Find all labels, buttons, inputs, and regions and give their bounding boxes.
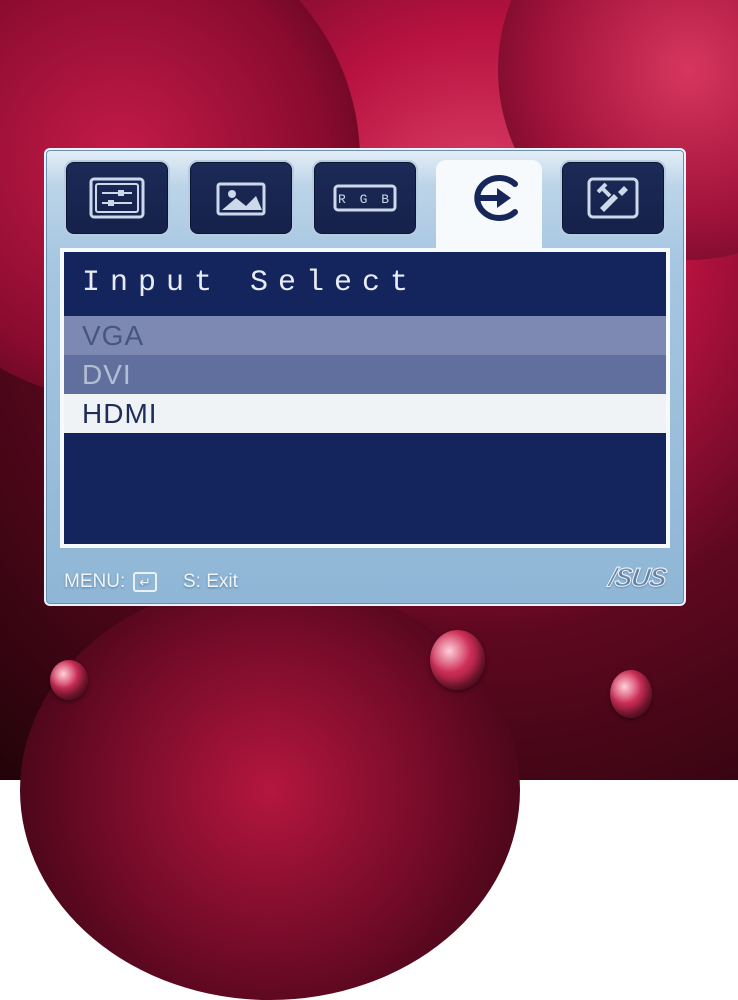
picture-icon: [212, 176, 270, 220]
osd-footer: MENU: ↵ S: Exit /SUS: [60, 562, 670, 593]
menu-title: Input Select: [64, 252, 666, 316]
tools-icon: [584, 174, 642, 222]
brand-logo: /SUS: [607, 562, 668, 593]
bg-droplet: [430, 630, 485, 690]
osd-tab-bar: R G B: [60, 160, 670, 236]
tab-color[interactable]: R G B: [312, 160, 418, 236]
input-option-hdmi[interactable]: HDMI: [64, 394, 666, 433]
tab-system[interactable]: [560, 160, 666, 236]
tab-input-select[interactable]: [436, 160, 542, 236]
osd-panel: R G B Input Select VGA DVI HDMI: [44, 148, 686, 606]
enter-icon: ↵: [133, 572, 157, 592]
input-arrow-icon: [457, 172, 521, 224]
bg-droplet: [50, 660, 88, 700]
bg-droplet: [610, 670, 652, 718]
footer-menu-label: MENU:: [64, 571, 125, 593]
rgb-icon: R G B: [330, 176, 400, 220]
footer-exit-label: S: Exit: [183, 571, 238, 593]
tab-splendor[interactable]: [64, 160, 170, 236]
tab-image[interactable]: [188, 160, 294, 236]
osd-content-frame: Input Select VGA DVI HDMI: [60, 248, 670, 548]
input-option-vga[interactable]: VGA: [64, 316, 666, 355]
svg-text:R G B: R G B: [338, 192, 392, 207]
input-option-dvi[interactable]: DVI: [64, 355, 666, 394]
sliders-icon: [88, 176, 146, 220]
